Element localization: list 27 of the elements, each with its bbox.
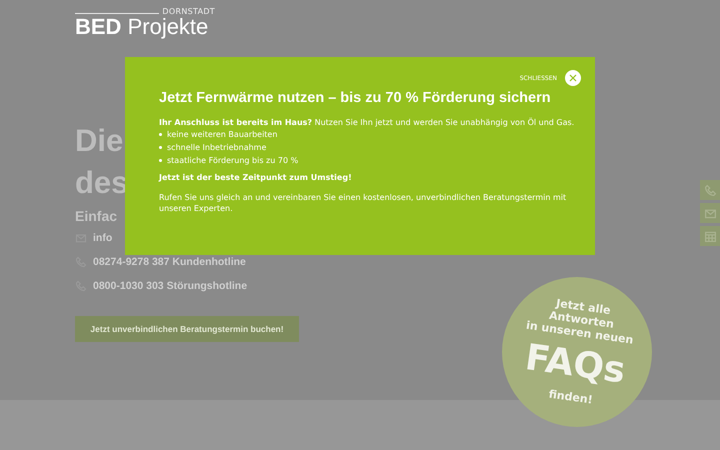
contact-text[interactable]: info	[93, 232, 112, 244]
popup-text: Rufen Sie uns gleich an und vereinbaren Sie einen kostenlosen, unverbindlichen Beratungstermin mit unseren Experten.	[159, 192, 568, 214]
bullet-icon	[159, 146, 162, 149]
phone-icon	[704, 184, 716, 196]
badge-text: finden!	[548, 388, 594, 407]
contact-text[interactable]: 08274-9278 387 Kundenhotline	[93, 256, 246, 268]
close-button[interactable]	[565, 70, 581, 86]
side-contact-button[interactable]	[700, 226, 720, 246]
popup-intro: Ihr Anschluss ist bereits im Haus? Nutzen Sie Ihn jetzt und werden Sie unabhängig von Öl und Gas.	[159, 117, 576, 128]
bullet-text: keine weiteren Bauarbeiten	[167, 129, 278, 141]
bullet-text: schnelle Inbetriebnahme	[167, 142, 266, 154]
close-icon	[569, 74, 577, 82]
popup-highlight: Jetzt ist der beste Zeitpunkt zum Umstieg!	[159, 173, 353, 182]
bullet-text: staatliche Förderung bis zu 70 %	[167, 155, 298, 167]
popup-title: Jetzt Fernwärme nutzen – bis zu 70 % Förderung sichern	[159, 89, 551, 107]
logo-location: DORNSTADT	[162, 7, 215, 16]
envelope-icon	[704, 206, 716, 220]
calendar-icon	[704, 230, 716, 242]
bullet-icon	[159, 159, 162, 162]
bullet-icon	[159, 133, 162, 136]
contact-text[interactable]: 0800-1030 303 Störungshotline	[93, 280, 248, 292]
hero-subtitle: Einfac	[75, 208, 118, 224]
booking-button[interactable]: Jetzt unverbindlichen Beratungstermin buchen!	[75, 316, 299, 342]
logo[interactable]: BED Projekte	[75, 16, 215, 38]
side-contact-button[interactable]	[700, 180, 720, 200]
side-contact-button[interactable]	[700, 203, 720, 223]
faq-badge[interactable]: Jetzt alle Antworten in unseren neuen FAQs finden!	[502, 277, 652, 427]
